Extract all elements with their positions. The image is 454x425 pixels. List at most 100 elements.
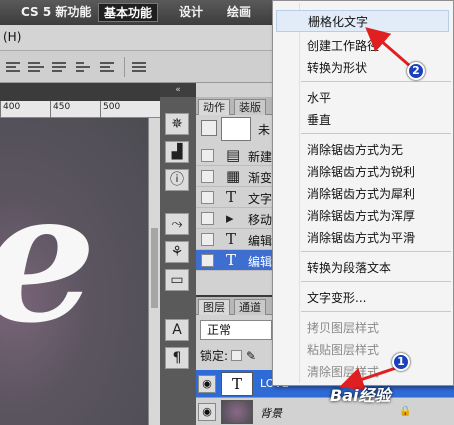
menu-item-antialias-sharp[interactable]: 消除锯齿方式为锐利 (307, 163, 415, 180)
menu-gutter (299, 3, 300, 383)
menu-separator (301, 281, 451, 282)
navigator-icon[interactable]: ✵ (165, 113, 189, 135)
snapshot-thumbnail (221, 117, 251, 141)
action-row[interactable]: ▸ 移动 (196, 208, 276, 229)
checkbox[interactable] (201, 191, 214, 204)
blend-mode-select[interactable]: 正常 (200, 320, 272, 340)
action-icon: ▦ (226, 167, 241, 185)
menu-item-antialias-crisp[interactable]: 消除锯齿方式为犀利 (307, 185, 415, 202)
layer-thumbnail (221, 400, 253, 424)
menu-item-paste-layer-style: 粘贴图层样式 (307, 343, 380, 357)
tab-channels[interactable]: 通道 (234, 299, 266, 315)
checkbox[interactable] (201, 212, 214, 225)
badge-step-1: 1 (392, 353, 410, 371)
tab-batch[interactable]: 装版 (234, 99, 266, 115)
menu-item-antialias-smooth[interactable]: 消除锯齿方式为平滑 (307, 229, 415, 246)
tab-actions[interactable]: 动作 (198, 99, 230, 115)
menu-item-antialias-strong[interactable]: 消除锯齿方式为浑厚 (307, 207, 415, 224)
action-row[interactable]: T 编辑 (196, 229, 276, 250)
action-row[interactable]: T 文字 (196, 187, 276, 208)
lock-pixels-icon[interactable]: ✎ (246, 349, 256, 363)
checkbox[interactable] (201, 149, 214, 162)
action-label: 新建 (248, 150, 273, 164)
workspace-essentials[interactable]: 基本功能 (98, 3, 159, 22)
ruler-label-400: 400 (3, 102, 21, 112)
lock-label: 锁定: (200, 349, 229, 363)
menu-item-convert-to-shape[interactable]: 转换为形状 (307, 59, 367, 76)
menu-help[interactable]: (H) (3, 30, 21, 44)
info-icon[interactable]: ⓘ (165, 169, 189, 191)
ruler-label-450: 450 (53, 102, 71, 112)
brush-icon[interactable] (201, 120, 217, 136)
menu-separator (301, 311, 451, 312)
menu-item-copy-layer-style: 拷贝图层样式 (307, 321, 380, 335)
snapshot-label: 未 (258, 123, 271, 137)
character-icon[interactable]: A (165, 319, 189, 341)
menu-item-antialias-none[interactable]: 消除锯齿方式为无 (307, 141, 403, 158)
distribute-icon[interactable] (132, 61, 148, 73)
eye-icon[interactable]: ◉ (198, 375, 216, 393)
actions-panel: 动作 装版 未 ▤ 新建 ▦ 渐变 T 文字 ▸ 移动 T 编辑 T 编辑 (196, 83, 276, 295)
clone-source-icon[interactable]: ⚘ (165, 241, 189, 263)
action-row-selected[interactable]: T 编辑 (196, 250, 276, 271)
text-tool-icon: T (226, 251, 237, 269)
tab-layers[interactable]: 图层 (198, 299, 230, 315)
lock-icon: 🔒 (399, 406, 412, 417)
context-menu: 栅格化文字 创建工作路径 转换为形状 水平 垂直 消除锯齿方式为无 消除锯齿方式… (272, 0, 454, 386)
lock-transparency-icon[interactable] (231, 350, 243, 361)
align-left-icon[interactable] (76, 61, 92, 73)
workspace-design[interactable]: 设计 (174, 3, 208, 22)
action-row[interactable]: ▤ 新建 (196, 145, 276, 166)
action-label: 编辑 (248, 234, 273, 248)
paragraph-icon[interactable]: ¶ (165, 347, 189, 369)
layer-name[interactable]: 背景 (260, 405, 282, 421)
workspace-cs5-new[interactable]: CS 5 新功能 (16, 3, 96, 22)
collapse-icon[interactable]: « (160, 83, 196, 97)
text-tool-icon: T (226, 230, 237, 248)
scroll-thumb[interactable] (151, 228, 158, 308)
menu-item-clear-layer-style: 清除图层样式 (307, 365, 380, 379)
vertical-scrollbar[interactable] (148, 118, 160, 425)
align-vcenter-icon[interactable] (28, 61, 44, 73)
text-tool-icon: T (226, 188, 237, 206)
workspace-painting[interactable]: 绘画 (222, 3, 256, 22)
horizontal-ruler: 400 450 500 (0, 101, 160, 118)
menu-separator (301, 251, 451, 252)
move-tool-icon: ▸ (226, 209, 234, 227)
options-divider (124, 57, 125, 77)
layer-row[interactable]: ◉ 背景 🔒 (196, 398, 454, 425)
align-bottom-icon[interactable] (52, 61, 68, 73)
align-hcenter-icon[interactable] (100, 61, 116, 73)
menu-item-rasterize-type[interactable]: 栅格化文字 (276, 10, 449, 32)
action-row[interactable]: ▦ 渐变 (196, 166, 276, 187)
menu-item-create-work-path[interactable]: 创建工作路径 (307, 37, 379, 54)
action-label: 文字 (248, 192, 273, 206)
menu-separator (301, 133, 451, 134)
menu-item-warp-text[interactable]: 文字变形... (307, 289, 366, 306)
layer-thumbnail: T (221, 372, 253, 396)
checkbox[interactable] (201, 170, 214, 183)
ruler-label-500: 500 (103, 102, 121, 112)
document-canvas[interactable]: e (0, 118, 148, 425)
action-label: 编辑 (248, 255, 273, 269)
checkbox[interactable] (201, 233, 214, 246)
action-icon: ▤ (226, 146, 241, 164)
actions-tabbar: 动作 装版 (196, 97, 276, 115)
checkbox[interactable] (201, 254, 214, 267)
menu-item-horizontal[interactable]: 水平 (307, 89, 331, 106)
menu-separator (301, 81, 451, 82)
histogram-icon[interactable]: ▟ (165, 141, 189, 163)
canvas-text: e (0, 168, 97, 348)
lock-row: 锁定: ✎ (200, 347, 256, 364)
panel-dock-strip: « ✵ ▟ ⓘ ⤳ ⚘ ▭ A ¶ (160, 83, 196, 425)
action-label: 移动 (248, 213, 273, 227)
badge-step-2: 2 (407, 62, 425, 80)
action-label: 渐变 (248, 171, 273, 185)
align-top-icon[interactable] (6, 61, 22, 73)
tool-presets-icon[interactable]: ▭ (165, 269, 189, 291)
eye-icon[interactable]: ◉ (198, 403, 216, 421)
menu-item-convert-to-paragraph[interactable]: 转换为段落文本 (307, 259, 391, 276)
watermark: Bai经验 (330, 386, 391, 405)
menu-item-vertical[interactable]: 垂直 (307, 111, 331, 128)
brush-presets-icon[interactable]: ⤳ (165, 213, 189, 235)
